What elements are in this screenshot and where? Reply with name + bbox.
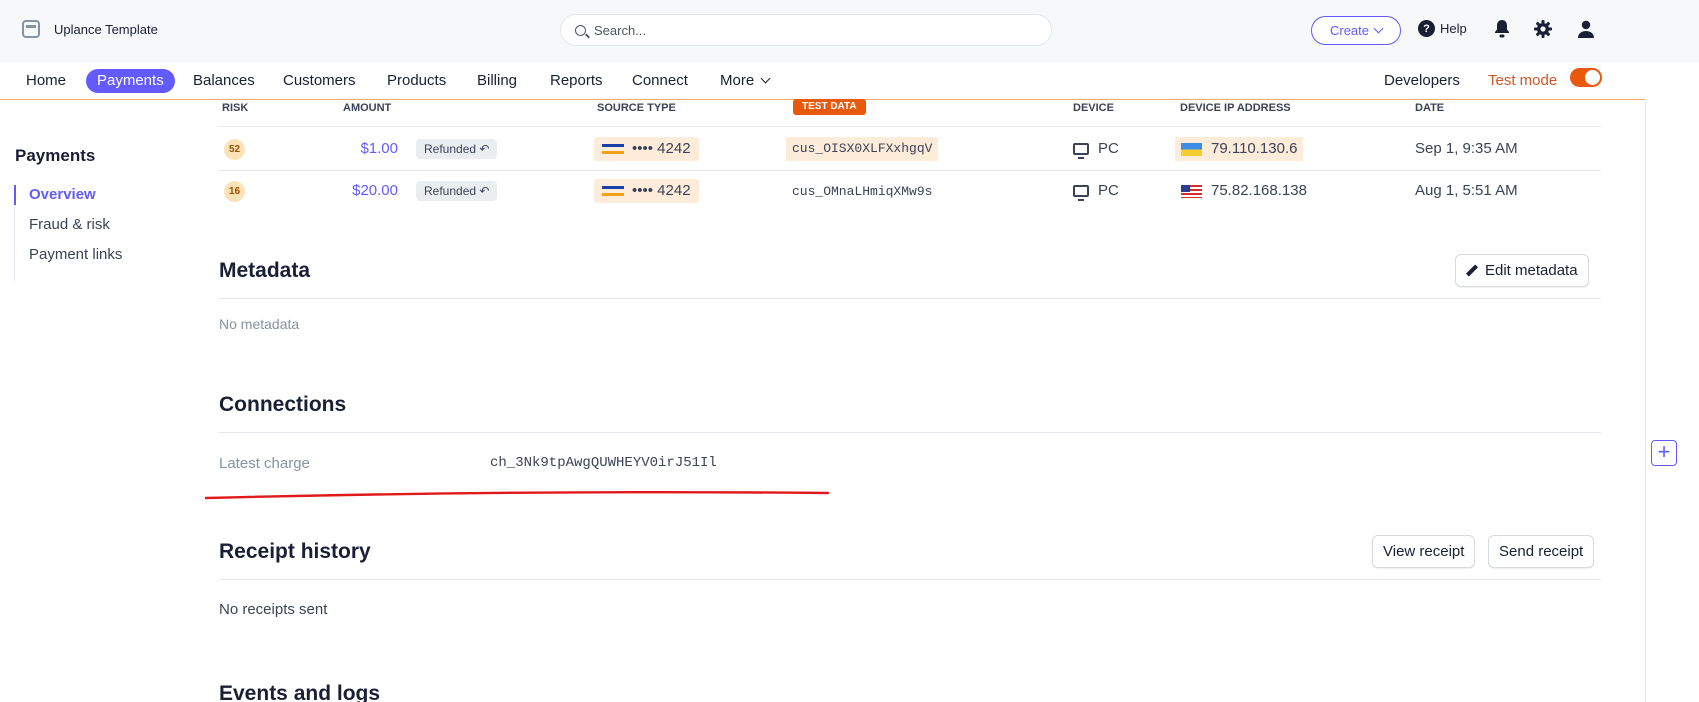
customer-id-link[interactable]: cus_OMnaLHmiqXMw9s <box>786 180 938 204</box>
monitor-icon <box>1073 142 1089 159</box>
chevron-down-icon <box>760 73 771 84</box>
latest-charge-label: Latest charge <box>219 455 310 472</box>
connections-title: Connections <box>219 393 347 416</box>
flag-ukraine-icon <box>1181 142 1202 156</box>
view-receipt-button[interactable]: View receipt <box>1372 535 1476 568</box>
col-header-date: DATE <box>1415 102 1445 114</box>
monitor-icon <box>1073 184 1089 201</box>
device-cell: PC <box>1073 182 1119 201</box>
card-icon <box>602 185 624 198</box>
ip-address-cell: 79.110.130.6 <box>1175 137 1304 161</box>
account-switcher[interactable]: Uplance Template <box>22 20 158 38</box>
help-icon: ? <box>1418 20 1435 37</box>
nav-connect[interactable]: Connect <box>632 69 688 93</box>
sidebar-item-fraud-risk[interactable]: Fraud & risk <box>29 216 110 233</box>
nav-more[interactable]: More <box>720 69 771 93</box>
sidebar-nav: Overview Fraud & risk Payment links <box>13 185 164 281</box>
edit-metadata-label: Edit metadata <box>1485 262 1578 279</box>
card-number: •••• 4242 <box>632 140 691 157</box>
ip-address: 75.82.168.138 <box>1211 182 1307 199</box>
source-type: •••• 4242 <box>594 179 699 203</box>
chevron-down-icon <box>1373 23 1384 34</box>
device-cell: PC <box>1073 140 1119 159</box>
account-name: Uplance Template <box>54 21 158 37</box>
test-data-badge: TEST DATA <box>793 99 866 115</box>
nav-customers[interactable]: Customers <box>283 69 356 93</box>
main-nav: Home Payments Balances Customers Product… <box>0 62 1645 100</box>
red-underline-annotation <box>204 490 830 500</box>
create-button[interactable]: Create <box>1311 16 1401 45</box>
help-label: Help <box>1440 21 1467 36</box>
right-panel-border <box>1645 100 1646 702</box>
col-header-device-ip: DEVICE IP ADDRESS <box>1180 102 1291 114</box>
section-divider <box>219 432 1601 433</box>
source-type: •••• 4242 <box>594 137 699 161</box>
gear-icon[interactable] <box>1532 19 1554 41</box>
latest-charge-link[interactable]: ch_3Nk9tpAwgQUWHEYV0irJ51Il <box>490 455 717 471</box>
section-divider <box>219 298 1601 299</box>
status-badge: Refunded ↶ <box>416 139 498 159</box>
status-badge: Refunded ↶ <box>416 181 498 201</box>
user-icon[interactable] <box>1575 19 1597 41</box>
amount-link[interactable]: $1.00 <box>318 140 398 157</box>
nav-home[interactable]: Home <box>26 69 66 93</box>
ip-address-cell: 75.82.168.138 <box>1175 179 1313 203</box>
row-divider <box>219 126 1601 127</box>
receipts-empty: No receipts sent <box>219 601 328 618</box>
device-name: PC <box>1098 140 1119 157</box>
test-mode-toggle[interactable] <box>1570 68 1602 87</box>
sidebar-item-overview[interactable]: Overview <box>29 186 96 203</box>
nav-reports[interactable]: Reports <box>550 69 603 93</box>
nav-more-label: More <box>720 72 755 89</box>
nav-billing[interactable]: Billing <box>477 69 517 93</box>
nav-products[interactable]: Products <box>387 69 446 93</box>
date-cell: Aug 1, 5:51 AM <box>1415 182 1518 199</box>
sidebar-title: Payments <box>15 146 96 165</box>
section-divider <box>219 579 1601 580</box>
create-label: Create <box>1329 23 1370 38</box>
top-bar: Uplance Template Create ? Help <box>0 0 1699 62</box>
date-cell: Sep 1, 9:35 AM <box>1415 140 1518 157</box>
search-input[interactable] <box>594 22 1014 38</box>
metadata-empty: No metadata <box>219 316 300 332</box>
device-name: PC <box>1098 182 1119 199</box>
metadata-title: Metadata <box>219 259 311 282</box>
app-icon <box>22 20 40 38</box>
edit-metadata-button[interactable]: Edit metadata <box>1455 254 1589 287</box>
add-icon[interactable]: + <box>1651 440 1677 466</box>
search-bar[interactable] <box>560 14 1052 46</box>
customer-id-link[interactable]: cus_OISX0XLFXxhgqV <box>786 137 939 161</box>
risk-score-badge: 52 <box>224 139 245 160</box>
active-indicator <box>13 185 16 205</box>
col-header-amount: AMOUNT <box>343 102 392 114</box>
search-icon <box>575 24 586 36</box>
amount-link[interactable]: $20.00 <box>318 182 398 199</box>
events-title: Events and logs <box>219 682 381 702</box>
risk-score-badge: 16 <box>224 181 245 202</box>
test-mode-label: Test mode <box>1488 72 1558 89</box>
col-header-source-type: SOURCE TYPE <box>597 102 676 114</box>
sidebar-item-payment-links[interactable]: Payment links <box>29 246 122 263</box>
ip-address: 79.110.130.6 <box>1211 140 1298 157</box>
pencil-icon <box>1466 265 1478 277</box>
card-icon <box>602 143 624 156</box>
row-divider <box>219 170 1601 171</box>
col-header-risk: RISK <box>222 102 249 114</box>
bell-icon[interactable] <box>1491 19 1513 41</box>
card-number: •••• 4242 <box>632 182 691 199</box>
nav-balances[interactable]: Balances <box>193 69 255 93</box>
nav-developers[interactable]: Developers <box>1384 69 1460 93</box>
receipt-history-title: Receipt history <box>219 540 371 563</box>
col-header-device: DEVICE <box>1073 102 1114 114</box>
flag-usa-icon <box>1181 184 1202 198</box>
nav-payments[interactable]: Payments <box>86 69 175 93</box>
send-receipt-button[interactable]: Send receipt <box>1488 535 1595 568</box>
help-button[interactable]: ? Help <box>1418 20 1467 37</box>
